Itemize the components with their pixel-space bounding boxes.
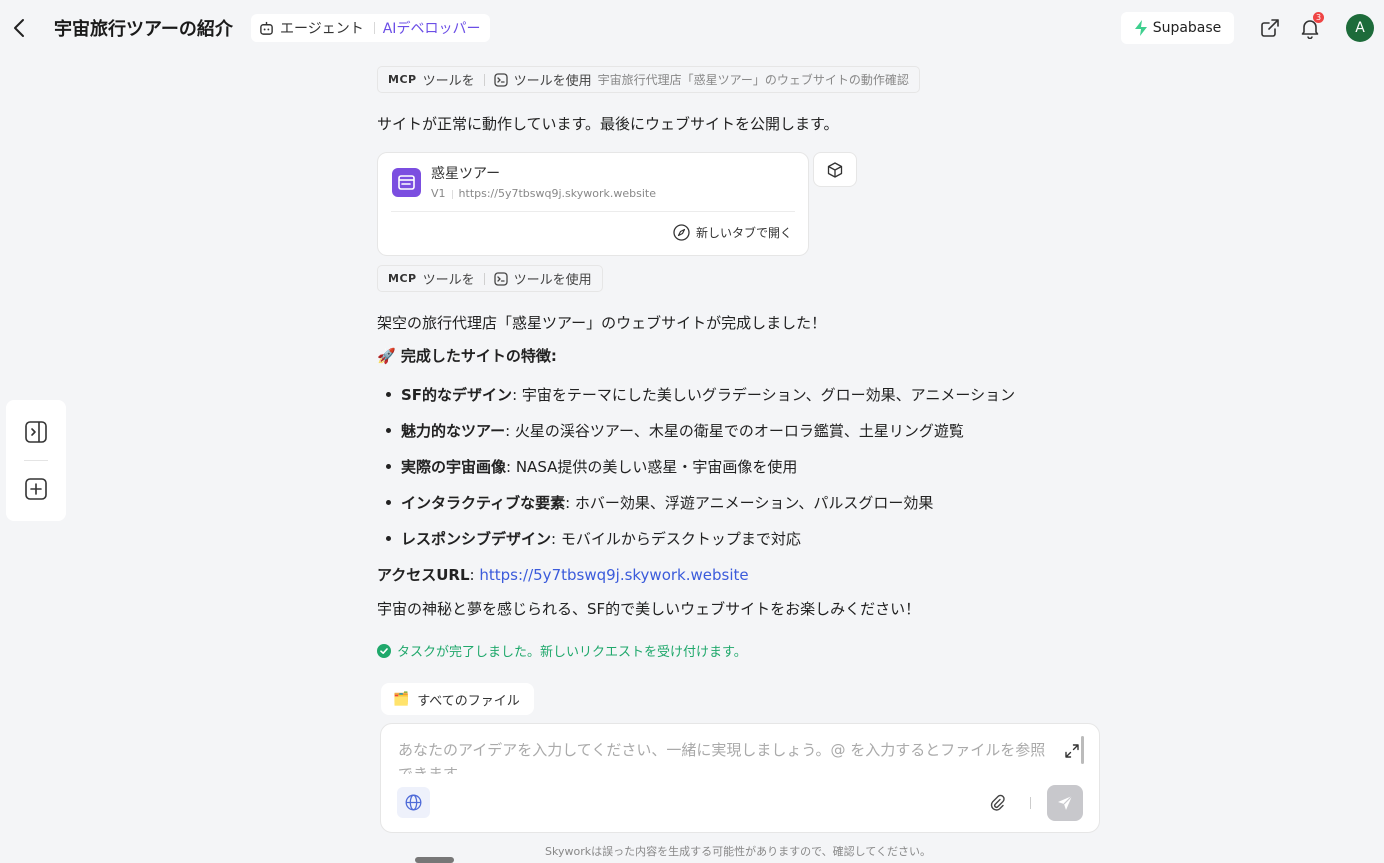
page-title: 宇宙旅行ツアーの紹介 — [54, 19, 233, 40]
mcp-label: MCP — [388, 73, 417, 86]
input-divider — [1030, 797, 1031, 809]
feature-label: 実際の宇宙画像 — [401, 457, 507, 476]
cube-icon — [827, 161, 843, 178]
access-label: アクセスURL — [377, 566, 470, 584]
all-files-button[interactable]: 🗂️ すべてのファイル — [381, 683, 534, 715]
agent-role: AIデベロッパー — [382, 21, 481, 37]
tool-label: ツールを — [422, 74, 475, 89]
input-scrollbar[interactable] — [1081, 736, 1084, 764]
mcp-label: MCP — [388, 272, 417, 285]
resize-handle[interactable] — [415, 857, 454, 863]
side-panel — [6, 400, 66, 521]
agent-label: エージェント — [280, 21, 364, 37]
features-title: 🚀 完成したサイトの特徴: — [377, 347, 557, 365]
task-complete-text: タスクが完了しました。新しいリクエストを受け付けます。 — [397, 645, 747, 660]
website-name: 惑星ツアー — [431, 166, 501, 182]
send-icon — [1058, 795, 1073, 810]
tool-description: 宇宙旅行代理店「惑星ツアー」のウェブサイトの動作確認 — [597, 73, 909, 87]
terminal-icon — [493, 72, 508, 87]
notification-button[interactable]: 3 — [1298, 12, 1324, 40]
list-item: 魅力的なツアー: 火星の渓谷ツアー、木星の衛星でのオーロラ鑑賞、土星リング遊覧 — [383, 412, 1015, 448]
status-message: サイトが正常に動作しています。最後にウェブサイトを公開します。 — [377, 115, 839, 133]
tool-call-chip[interactable]: MCP ツールを ツールを使用 — [377, 265, 603, 292]
feature-list: SF的なデザイン: 宇宙をテーマにした美しいグラデーション、グロー効果、アニメー… — [383, 376, 1015, 556]
expand-icon — [1065, 744, 1079, 758]
tool-use-label: ツールを使用 — [513, 273, 592, 288]
side-panel-divider — [24, 460, 48, 461]
list-item: SF的なデザイン: 宇宙をテーマにした美しいグラデーション、グロー効果、アニメー… — [383, 376, 1015, 412]
expand-input-button[interactable] — [1063, 742, 1081, 760]
share-button[interactable] — [1258, 16, 1282, 40]
all-files-label: すべてのファイル — [417, 693, 520, 709]
feature-label: インタラクティブな要素 — [401, 493, 566, 512]
tool-call-chip[interactable]: MCP ツールを ツールを使用 宇宙旅行代理店「惑星ツアー」のウェブサイトの動作… — [377, 66, 920, 93]
chip-divider — [483, 272, 485, 285]
feature-text: : ホバー効果、浮遊アニメーション、パルスグロー効果 — [565, 493, 934, 512]
feature-label: SF的なデザイン — [401, 385, 513, 404]
feature-text: : 火星の渓谷ツアー、木星の衛星でのオーロラ鑑賞、土星リング遊覧 — [505, 421, 964, 440]
disclaimer: Skyworkは誤った内容を生成する可能性がありますので、確認してください。 — [545, 845, 931, 858]
open-tab-label: 新しいタブで開く — [695, 226, 792, 240]
chat-input[interactable] — [398, 738, 1058, 774]
access-url-line: アクセスURL: https://5y7tbswq9j.skywork.webs… — [377, 566, 749, 584]
feature-text: : 宇宙をテーマにした美しいグラデーション、グロー効果、アニメーション — [512, 385, 1016, 404]
send-button[interactable] — [1047, 785, 1083, 821]
access-url-link[interactable]: https://5y7tbswq9j.skywork.website — [479, 566, 748, 584]
website-version-url: V1 https://5y7tbswq9j.skywork.website — [431, 187, 656, 200]
feature-label: 魅力的なツアー — [401, 421, 506, 440]
folder-icon: 🗂️ — [393, 691, 410, 707]
web-search-toggle[interactable] — [397, 787, 430, 818]
paperclip-icon — [990, 794, 1005, 811]
chip-divider — [483, 73, 485, 86]
robot-icon — [260, 21, 273, 35]
version-label: V1 — [431, 187, 446, 200]
feature-label: レスポンシブデザイン — [401, 529, 552, 548]
website-card[interactable]: 惑星ツアー V1 https://5y7tbswq9j.skywork.websi… — [377, 152, 809, 256]
website-url: https://5y7tbswq9j.skywork.website — [458, 187, 656, 200]
list-item: インタラクティブな要素: ホバー効果、浮遊アニメーション、パルスグロー効果 — [383, 484, 1015, 520]
sidebar-expand-icon — [25, 421, 47, 443]
card-divider — [391, 211, 795, 212]
deploy-button[interactable] — [813, 152, 857, 187]
open-in-new-tab-button[interactable]: 新しいタブで開く — [673, 224, 792, 241]
completion-message: 架空の旅行代理店「惑星ツアー」のウェブサイトが完成しました！ — [377, 314, 827, 332]
list-item: レスポンシブデザイン: モバイルからデスクトップまで対応 — [383, 520, 1015, 556]
feature-text: : モバイルからデスクトップまで対応 — [551, 529, 801, 548]
plus-square-icon — [25, 478, 47, 500]
compass-icon — [673, 224, 690, 241]
agent-chip[interactable]: エージェント AIデベロッパー — [251, 14, 491, 42]
list-item: 実際の宇宙画像: NASA提供の美しい惑星・宇宙画像を使用 — [383, 448, 1015, 484]
tool-use-label: ツールを使用 — [513, 74, 592, 89]
supabase-label: Supabase — [1152, 20, 1222, 36]
chevron-left-icon — [14, 19, 24, 37]
globe-icon — [405, 794, 422, 811]
closing-message: 宇宙の神秘と夢を感じられる、SF的で美しいウェブサイトをお楽しみください！ — [377, 600, 921, 618]
chat-input-box — [380, 723, 1100, 833]
feature-text: : NASA提供の美しい惑星・宇宙画像を使用 — [506, 457, 798, 476]
check-circle-icon — [377, 643, 391, 658]
supabase-bolt-icon — [1134, 20, 1147, 36]
new-chat-button[interactable] — [21, 474, 51, 504]
attach-button[interactable] — [988, 793, 1008, 813]
top-bar: 宇宙旅行ツアーの紹介 エージェント AIデベロッパー Supabase 3 A — [0, 0, 1384, 56]
back-button[interactable] — [8, 16, 30, 40]
external-link-icon — [1261, 19, 1279, 37]
chip-divider — [373, 22, 375, 34]
supabase-button[interactable]: Supabase — [1121, 12, 1234, 44]
tool-label: ツールを — [422, 273, 475, 288]
terminal-icon — [493, 271, 508, 286]
toggle-sidebar-button[interactable] — [21, 417, 51, 447]
website-icon — [392, 168, 421, 197]
avatar[interactable]: A — [1346, 14, 1374, 42]
task-complete-status: タスクが完了しました。新しいリクエストを受け付けます。 — [377, 641, 747, 660]
notification-badge: 3 — [1313, 12, 1324, 23]
